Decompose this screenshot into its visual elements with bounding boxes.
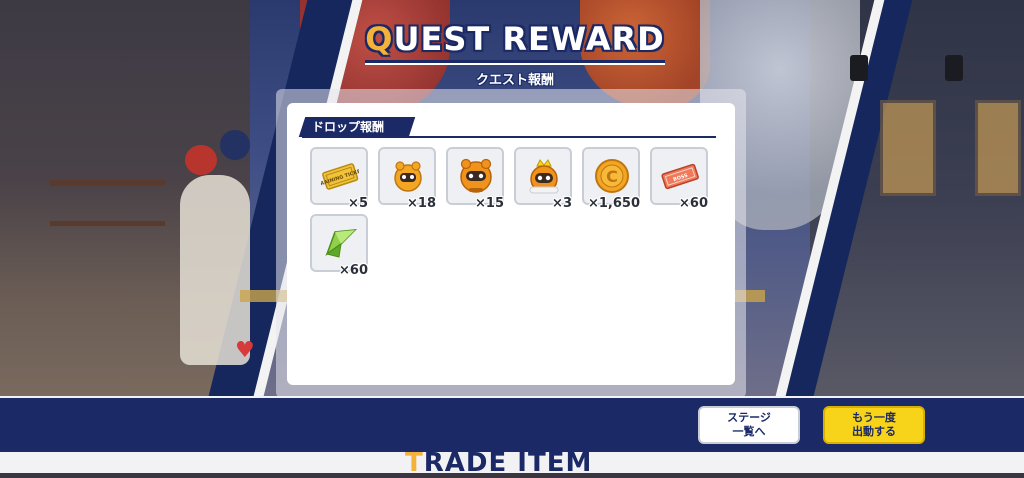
gold-coin-icon: C — [595, 159, 629, 193]
reward-item[interactable]: C ×1,650 — [582, 147, 640, 211]
crowned-mascot-icon — [529, 159, 559, 194]
item-quantity: ×60 — [679, 196, 708, 211]
title-rest: UEST REWARD — [393, 20, 665, 58]
chibi-character-body — [180, 175, 250, 365]
reward-item[interactable]: BOSS ×60 — [650, 147, 708, 211]
reward-item[interactable]: ×15 — [446, 147, 504, 211]
trade-rest: RADE ITEM — [423, 448, 593, 478]
trade-item-heading: TRADE ITEM — [405, 448, 592, 478]
heart-icon: ♥ — [235, 338, 255, 363]
sortie-again-button[interactable]: もう一度 出動する — [823, 406, 925, 444]
stage-list-button[interactable]: ステージ 一覧へ — [698, 406, 800, 444]
green-crystal-icon — [325, 229, 358, 258]
reward-item[interactable]: TRAINING TICKET ×5 — [310, 147, 368, 211]
item-quantity: ×18 — [407, 196, 436, 211]
reward-item[interactable]: ×18 — [378, 147, 436, 211]
drop-reward-label: ドロップ報酬 — [312, 120, 385, 134]
reward-item[interactable]: ×60 — [310, 214, 368, 278]
item-quantity: ×15 — [475, 196, 504, 211]
item-quantity: ×3 — [552, 196, 572, 211]
chibi-character-head — [185, 145, 217, 175]
building-window — [975, 100, 1021, 196]
coin-symbol: C — [606, 167, 618, 186]
training-ticket-icon: TRAINING TICKET — [321, 163, 359, 190]
medium-mascot-icon — [460, 158, 492, 193]
sortie-again-button-label: もう一度 出動する — [852, 411, 896, 438]
small-mascot-icon — [394, 161, 422, 192]
reward-item[interactable]: ×3 — [514, 147, 572, 211]
quest-reward-header: QUEST REWARD クエスト報酬 — [340, 20, 690, 88]
boss-ticket-icon: BOSS — [661, 163, 699, 190]
page-subtitle: クエスト報酬 — [475, 73, 554, 88]
street-lamp — [945, 55, 963, 81]
item-quantity: ×60 — [339, 263, 368, 278]
street-lamp — [850, 55, 868, 81]
page-title: QUEST REWARD — [340, 20, 690, 58]
item-quantity: ×5 — [348, 196, 368, 211]
stage-list-button-label: ステージ 一覧へ — [727, 411, 771, 438]
trade-first-letter: T — [405, 448, 424, 478]
item-quantity: ×1,650 — [587, 196, 640, 211]
title-underline — [365, 60, 665, 65]
drop-reward-divider — [302, 136, 716, 138]
park-bench — [50, 180, 165, 226]
title-first-letter: Q — [365, 20, 394, 58]
chibi-character-head — [220, 130, 250, 160]
building-window — [880, 100, 936, 196]
